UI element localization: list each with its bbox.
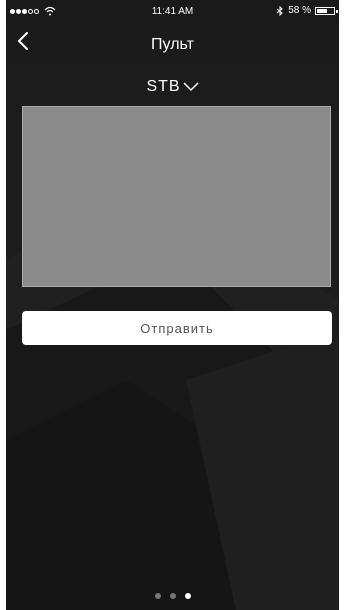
status-bar: 11:41 AM 58 %	[6, 0, 339, 22]
page-dot[interactable]	[169, 593, 176, 599]
battery-icon	[315, 6, 338, 15]
remote-display-area[interactable]	[22, 106, 331, 287]
battery-percent: 58 %	[288, 5, 311, 16]
page-dot[interactable]	[154, 593, 161, 599]
page-title: Пульт	[151, 36, 194, 53]
phone-screen: 11:41 AM 58 % Пульт STB Отправить	[6, 0, 339, 610]
page-dot-active[interactable]	[184, 593, 191, 599]
status-right: 58 %	[276, 5, 338, 16]
bluetooth-icon	[276, 5, 283, 16]
page-indicator	[6, 593, 339, 599]
send-button[interactable]: Отправить	[22, 311, 332, 345]
device-selector[interactable]: STB	[6, 78, 339, 96]
navigation-bar: Пульт	[6, 22, 339, 66]
chevron-down-icon	[183, 82, 199, 92]
device-label: STB	[146, 78, 181, 95]
